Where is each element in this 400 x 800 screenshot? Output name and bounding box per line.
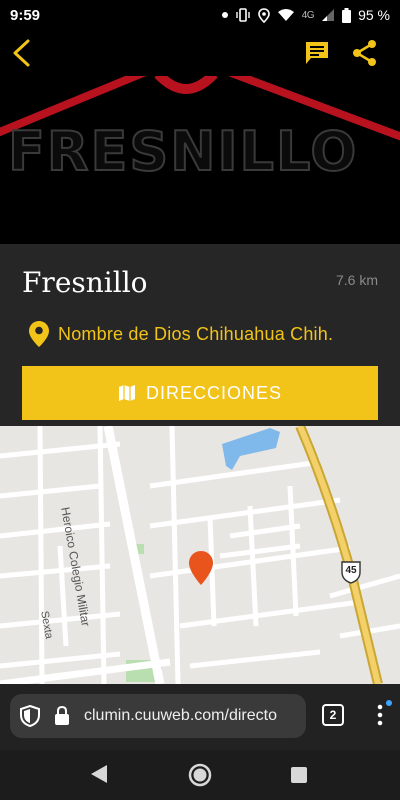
share-button[interactable] bbox=[348, 36, 382, 70]
nav-recents-icon[interactable] bbox=[290, 766, 308, 784]
battery-level: 95 % bbox=[358, 7, 390, 23]
distance-label: 7.6 km bbox=[335, 272, 378, 288]
map-view[interactable]: Heroico Colegio Militar Sexta 45 bbox=[0, 426, 400, 684]
chevron-left-icon bbox=[13, 39, 30, 67]
tabs-count-button[interactable]: 2 bbox=[322, 704, 344, 726]
hero-logo-text: FRESNILLO bbox=[7, 119, 359, 184]
status-time: 9:59 bbox=[10, 6, 41, 24]
wifi-icon bbox=[277, 9, 294, 21]
update-indicator-dot bbox=[386, 700, 392, 706]
notification-dot-icon bbox=[221, 12, 228, 18]
browser-bottom-bar: clumin.cuuweb.com/directo 2 bbox=[0, 684, 400, 750]
status-icons: 4G 95 % bbox=[221, 7, 390, 23]
vibrate-icon bbox=[236, 8, 250, 22]
app-bar bbox=[0, 30, 400, 76]
lock-icon bbox=[55, 706, 69, 725]
map-icon bbox=[118, 385, 135, 401]
directions-button[interactable]: DIRECCIONES bbox=[22, 366, 378, 420]
location-icon bbox=[257, 7, 270, 23]
shield-icon[interactable] bbox=[20, 705, 40, 727]
map-marker-icon[interactable] bbox=[188, 550, 214, 586]
highway-shield-icon: 45 bbox=[340, 560, 362, 584]
url-field[interactable]: clumin.cuuweb.com/directo bbox=[10, 694, 306, 738]
place-info-panel: Fresnillo 7.6 km Nombre de Dios Chihuahu… bbox=[0, 244, 400, 426]
hero-image: FRESNILLO bbox=[0, 76, 400, 244]
system-nav-bar bbox=[0, 750, 400, 800]
network-type: 4G bbox=[301, 9, 315, 21]
highway-shield-number: 45 bbox=[345, 565, 357, 576]
nav-home-icon[interactable] bbox=[187, 762, 213, 788]
directions-label: DIRECCIONES bbox=[145, 382, 282, 403]
message-icon bbox=[306, 42, 328, 64]
nav-back-icon[interactable] bbox=[89, 763, 109, 785]
share-icon bbox=[353, 40, 376, 66]
place-title: Fresnillo bbox=[22, 266, 148, 299]
place-address: Nombre de Dios Chihuahua Chih. bbox=[58, 324, 334, 344]
status-bar: 9:59 4G 95 % bbox=[0, 0, 400, 30]
url-text: clumin.cuuweb.com/directo bbox=[84, 707, 277, 724]
location-pin-icon bbox=[29, 321, 49, 347]
message-button[interactable] bbox=[300, 36, 334, 70]
battery-icon bbox=[342, 7, 352, 23]
back-button[interactable] bbox=[4, 36, 38, 70]
signal-icon bbox=[322, 9, 335, 21]
